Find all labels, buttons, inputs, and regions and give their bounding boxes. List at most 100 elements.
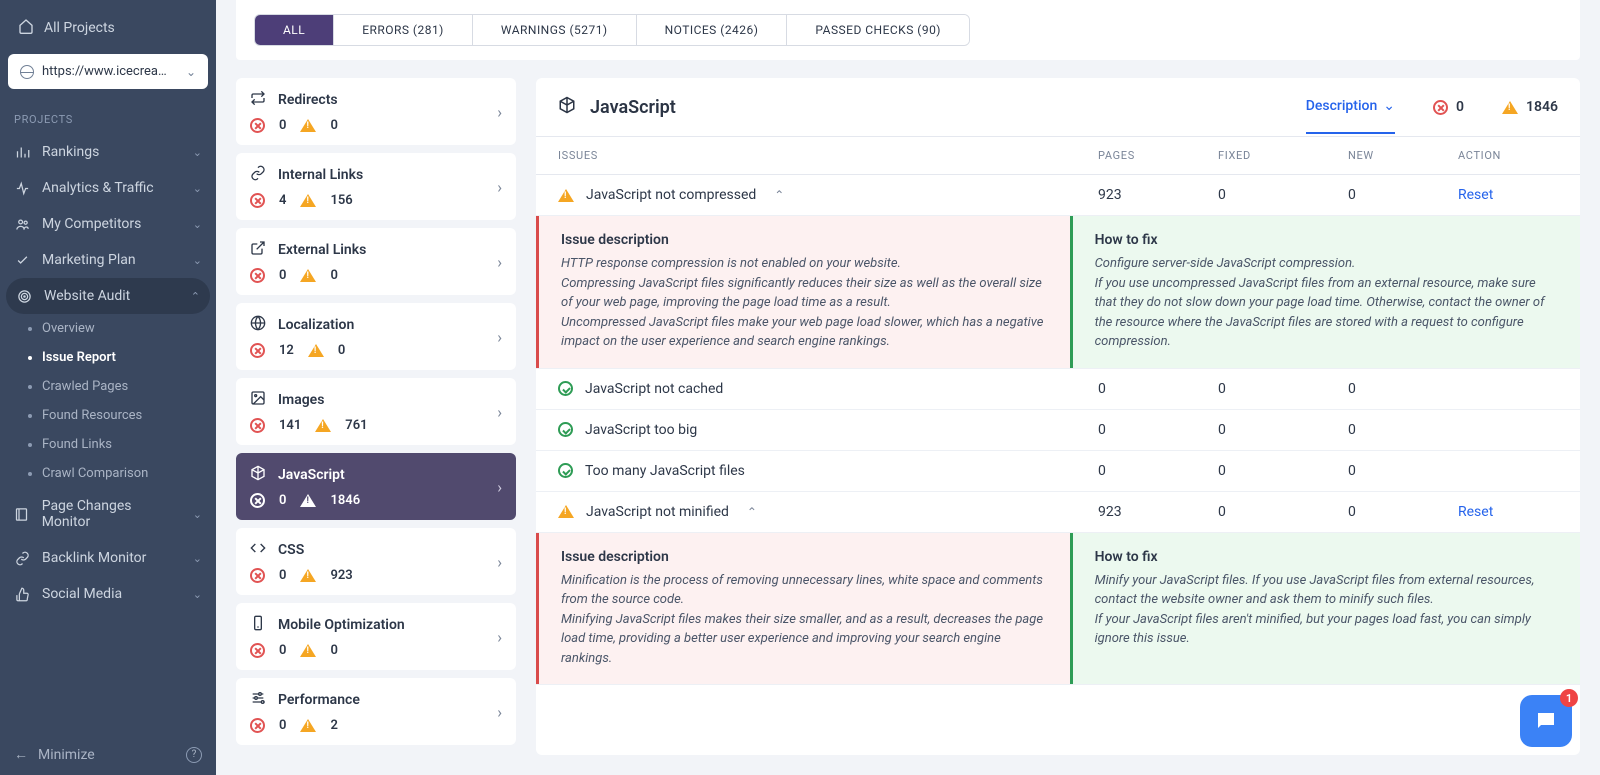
warning-icon [300,719,316,732]
redir-icon [250,90,266,110]
nav-item-page-changes-monitor[interactable]: Page Changes Monitor⌄ [0,488,216,540]
subnav-crawled-pages[interactable]: Crawled Pages [8,372,216,401]
category-redirects[interactable]: Redirects 0 0 › [236,78,516,145]
detail-title: JavaScript [590,97,676,118]
category-internal-links[interactable]: Internal Links 4 156 › [236,153,516,220]
bars-icon [14,145,30,160]
target-icon [16,289,32,304]
thumb-icon [14,587,30,602]
warning-icon [300,644,316,657]
chevron-up-icon: ⌃ [747,505,757,519]
category-javascript[interactable]: JavaScript 0 1846 › [236,453,516,520]
sliders-icon [250,690,266,710]
category-localization[interactable]: Localization 12 0 › [236,303,516,370]
issue-row[interactable]: JavaScript not cached 0 0 0 [536,369,1580,410]
chevron-right-icon: › [497,102,502,121]
detail-panel: JavaScript Description ⌄ 0 1846 [536,78,1580,755]
issue-row[interactable]: JavaScript not minified⌃ 923 0 0 Reset [536,492,1580,533]
issue-rows: JavaScript not compressed⌃ 923 0 0 Reset… [536,175,1580,755]
ok-icon [558,422,573,437]
subnav-overview[interactable]: Overview [8,314,216,343]
tabs-container: ALLERRORS (281)WARNINGS (5271)NOTICES (2… [236,0,1580,60]
chevron-icon: ⌄ [193,552,202,565]
subnav-crawl-comparison[interactable]: Crawl Comparison [8,459,216,488]
projects-section-label: PROJECTS [0,99,216,134]
nav-item-analytics-traffic[interactable]: Analytics & Traffic⌄ [0,170,216,206]
subnav-found-resources[interactable]: Found Resources [8,401,216,430]
error-icon [250,718,265,733]
all-projects-link[interactable]: All Projects [8,10,208,46]
chevron-right-icon: › [497,327,502,346]
nav-item-website-audit[interactable]: Website Audit⌃ [6,278,210,314]
nav-list: Rankings⌄Analytics & Traffic⌄My Competit… [0,134,216,612]
col-issues: ISSUES [558,149,1098,162]
chevron-down-icon: ⌄ [186,65,196,79]
filter-tabs: ALLERRORS (281)WARNINGS (5271)NOTICES (2… [254,14,970,46]
reset-link[interactable]: Reset [1458,187,1493,203]
chevron-right-icon: › [497,627,502,646]
chevron-right-icon: › [497,702,502,721]
chat-badge: 1 [1560,689,1578,707]
all-projects-label: All Projects [44,20,115,36]
chevron-icon: ⌄ [193,254,202,267]
warning-icon [308,344,324,357]
chevron-icon: ⌄ [193,146,202,159]
nav-item-backlink-monitor[interactable]: Backlink Monitor⌄ [0,540,216,576]
chevron-right-icon: › [497,477,502,496]
link-icon [250,165,266,185]
error-icon [250,268,265,283]
nav-item-social-media[interactable]: Social Media⌄ [0,576,216,612]
tab-notices[interactable]: NOTICES (2426) [637,15,788,45]
project-selector[interactable]: https://www.icecream… ⌄ [8,54,208,89]
cube-icon [250,465,266,485]
tab-errors[interactable]: ERRORS (281) [334,15,473,45]
tab-all[interactable]: ALL [255,15,334,45]
issue-row[interactable]: Too many JavaScript files 0 0 0 [536,451,1580,492]
description-dropdown[interactable]: Description ⌄ [1306,98,1395,134]
chevron-down-icon: ⌄ [1383,98,1395,114]
ext-icon [250,240,266,260]
chevron-icon: ⌃ [191,290,200,303]
issue-row[interactable]: JavaScript not compressed⌃ 923 0 0 Reset [536,175,1580,216]
summary-errors: 0 [1433,99,1464,115]
chevron-right-icon: › [497,552,502,571]
category-performance[interactable]: Performance 0 2 › [236,678,516,745]
error-icon [250,418,265,433]
nav-item-marketing-plan[interactable]: Marketing Plan⌄ [0,242,216,278]
subnav-issue-report[interactable]: Issue Report [8,343,216,372]
help-icon[interactable]: ? [186,747,202,763]
subnav-found-links[interactable]: Found Links [8,430,216,459]
home-icon [18,18,34,38]
warning-icon [315,419,331,432]
warning-icon [300,569,316,582]
nav-item-my-competitors[interactable]: My Competitors⌄ [0,206,216,242]
chevron-right-icon: › [497,402,502,421]
category-images[interactable]: Images 141 761 › [236,378,516,445]
mobile-icon [250,615,266,635]
warning-icon [558,505,574,518]
ok-icon [558,381,573,396]
issue-row[interactable]: JavaScript too big 0 0 0 [536,410,1580,451]
reset-link[interactable]: Reset [1458,504,1493,520]
chevron-right-icon: › [497,177,502,196]
project-url: https://www.icecream… [42,64,178,79]
table-header: ISSUES PAGES FIXED NEW ACTION [536,137,1580,175]
warning-icon [300,194,316,207]
issue-details: Issue descriptionMinification is the pro… [536,533,1580,686]
tab-warnings[interactable]: WARNINGS (5271) [473,15,637,45]
linkback-icon [14,551,30,566]
chat-button[interactable]: 1 [1520,695,1572,747]
tab-passed[interactable]: PASSED CHECKS (90) [787,15,969,45]
issue-details: Issue descriptionHTTP response compressi… [536,216,1580,369]
error-icon [250,343,265,358]
col-pages: PAGES [1098,149,1218,162]
category-css[interactable]: CSS 0 923 › [236,528,516,595]
main: ALLERRORS (281)WARNINGS (5271)NOTICES (2… [216,0,1600,775]
error-icon [250,568,265,583]
category-external-links[interactable]: External Links 0 0 › [236,228,516,295]
category-mobile-optimization[interactable]: Mobile Optimization 0 0 › [236,603,516,670]
minimize-button[interactable]: ← Minimize ? [0,734,216,775]
chevron-icon: ⌄ [193,218,202,231]
book-icon [14,507,30,522]
nav-item-rankings[interactable]: Rankings⌄ [0,134,216,170]
